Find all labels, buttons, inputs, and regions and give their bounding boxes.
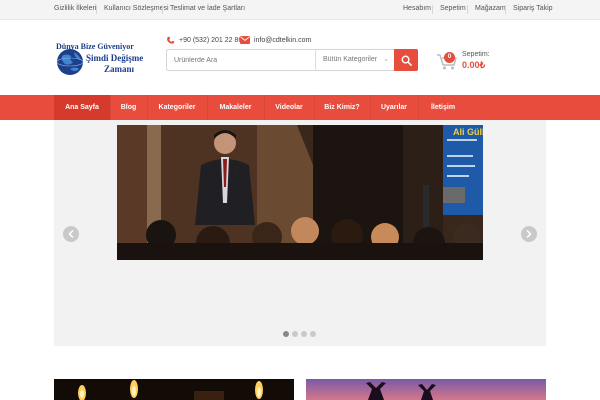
main-nav: Ana Sayfa Blog Kategoriler Makaleler Vid…	[0, 95, 600, 120]
slider-prev-button[interactable]	[63, 226, 79, 242]
my-account-link[interactable]: Hesabım	[403, 5, 431, 12]
email-contact: info@cdtelkin.com	[240, 36, 311, 44]
search-icon	[401, 55, 412, 66]
email-address[interactable]: info@cdtelkin.com	[254, 37, 311, 44]
logo-text-line3: Zamanı	[104, 64, 135, 74]
slider-pagination	[283, 331, 319, 337]
nav-categories[interactable]: Kategoriler	[147, 95, 207, 120]
cart-count-badge: 0	[444, 52, 455, 63]
cart-label: Sepetim:	[462, 51, 490, 58]
featured-thumbnail-sunset[interactable]	[306, 379, 546, 400]
divider	[467, 5, 468, 14]
divider	[505, 5, 506, 14]
slider-dot[interactable]	[292, 331, 298, 337]
phone-icon	[167, 36, 175, 44]
featured-thumbnail-candles[interactable]	[54, 379, 294, 400]
divider	[162, 5, 163, 14]
chevron-down-icon: ⌄	[383, 56, 389, 63]
chevron-left-icon	[68, 230, 74, 238]
slider-dot[interactable]	[283, 331, 289, 337]
nav-articles[interactable]: Makaleler	[207, 95, 264, 120]
cart-total: 0.00₺	[462, 60, 486, 70]
banner-text: Ali Gülk	[453, 127, 483, 137]
order-tracking-link[interactable]: Sipariş Takip	[513, 5, 553, 12]
conference-photo: Ali Gülk	[117, 125, 483, 260]
site-logo[interactable]: Dünya Bize Güveniyor Şimdi Değişme Zaman…	[54, 42, 156, 76]
my-cart-link[interactable]: Sepetim	[440, 5, 466, 12]
nav-home[interactable]: Ana Sayfa	[54, 95, 110, 120]
category-select[interactable]: Bütün Kategoriler ⌄	[315, 50, 395, 70]
delivery-return-link[interactable]: Teslimat ve İade Şartları	[170, 5, 245, 12]
nav-contact[interactable]: İletişim	[418, 95, 468, 120]
sunset-image	[306, 379, 546, 400]
logo-text-line1: Dünya Bize Güveniyor	[56, 42, 134, 51]
category-select-value: Bütün Kategoriler	[323, 56, 378, 63]
search-button[interactable]	[394, 49, 418, 71]
divider	[96, 5, 97, 14]
top-bar: Gizlilik İlkeleri Kullanıcı Sözleşmesi T…	[0, 0, 600, 20]
candles-image	[54, 379, 294, 400]
slider-dot[interactable]	[310, 331, 316, 337]
nav-warnings[interactable]: Uyarılar	[370, 95, 418, 120]
my-store-link[interactable]: Mağazam	[475, 5, 506, 12]
envelope-icon	[240, 36, 250, 44]
nav-about[interactable]: Biz Kimiz?	[314, 95, 370, 120]
slider-dot[interactable]	[301, 331, 307, 337]
divider	[432, 5, 433, 14]
nav-videos[interactable]: Videolar	[264, 95, 314, 120]
nav-blog[interactable]: Blog	[110, 95, 147, 120]
chevron-right-icon	[526, 230, 532, 238]
phone-contact: +90 (532) 201 22 86	[166, 36, 242, 45]
slide-image[interactable]: Ali Gülk	[117, 125, 483, 260]
privacy-link[interactable]: Gizlilik İlkeleri	[54, 5, 96, 12]
phone-number: +90 (532) 201 22 86	[179, 37, 243, 44]
logo-text-line2: Şimdi Değişme	[86, 53, 144, 63]
slider-next-button[interactable]	[521, 226, 537, 242]
search-bar: Bütün Kategoriler ⌄	[166, 49, 418, 71]
user-agreement-link[interactable]: Kullanıcı Sözleşmesi	[104, 5, 169, 12]
search-input[interactable]	[167, 50, 310, 70]
